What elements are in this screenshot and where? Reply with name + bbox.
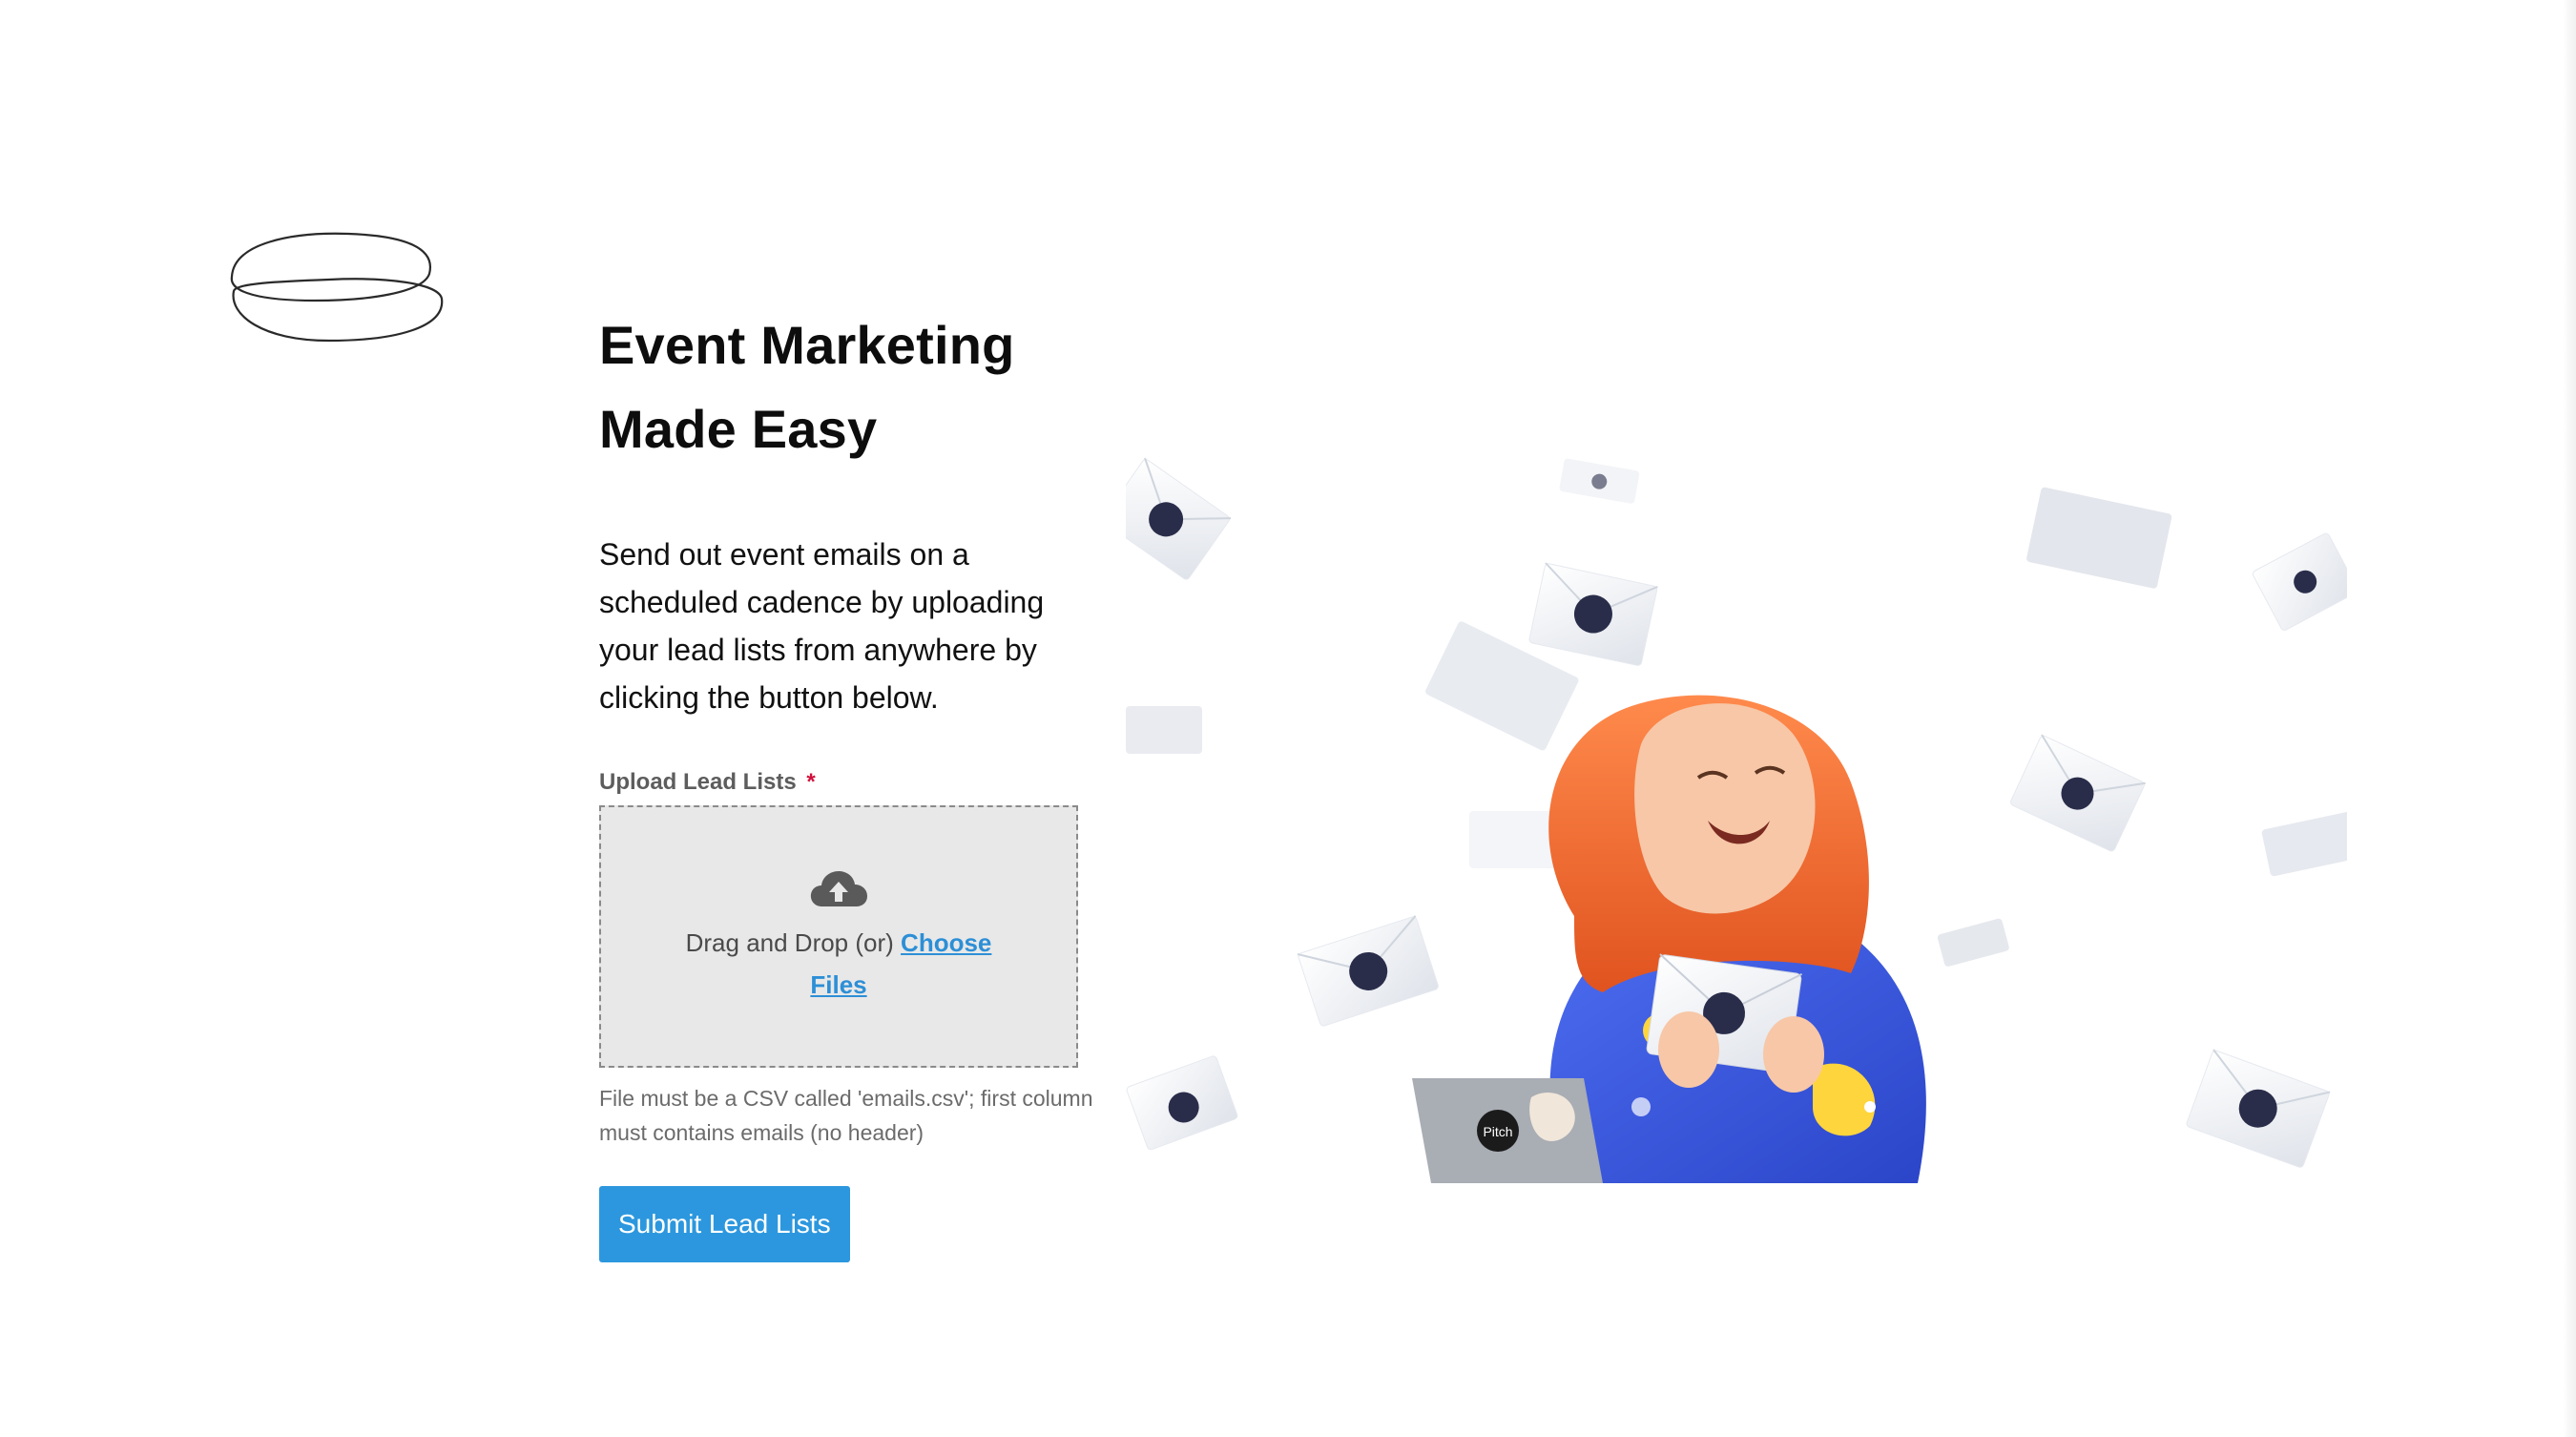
upload-help-text: File must be a CSV called 'emails.csv'; … (599, 1086, 1093, 1145)
scribble-logo-icon[interactable] (224, 224, 448, 353)
woman-with-envelopes-illustration: Pitch (1126, 457, 2347, 1183)
file-dropzone[interactable]: Drag and Drop (or) Choose Files (599, 805, 1078, 1068)
main-content: Event Marketing Made Easy Send out event… (599, 303, 1095, 1262)
scrollbar-edge (2563, 0, 2576, 1437)
required-marker: * (806, 769, 816, 795)
description: Send out event emails on a scheduled cad… (599, 537, 1045, 715)
upload-label-text: Upload Lead Lists (599, 769, 797, 795)
title-line-1: Event Marketing (599, 315, 1015, 375)
cloud-upload-icon (810, 871, 867, 906)
page-title: Event Marketing Made Easy (599, 303, 1095, 471)
upload-label: Upload Lead Lists * (599, 769, 1095, 796)
page: Event Marketing Made Easy Send out event… (0, 0, 2576, 1437)
dropzone-text: Drag and Drop (or) Choose Files (667, 922, 1010, 1006)
drop-instruction: Drag and Drop (or) (685, 928, 894, 957)
submit-lead-lists-button[interactable]: Submit Lead Lists (599, 1186, 850, 1262)
woman-character (1548, 695, 1926, 1183)
laptop: Pitch (1412, 1078, 1603, 1183)
laptop-sticker-text: Pitch (1483, 1124, 1512, 1139)
title-line-2: Made Easy (599, 399, 878, 459)
